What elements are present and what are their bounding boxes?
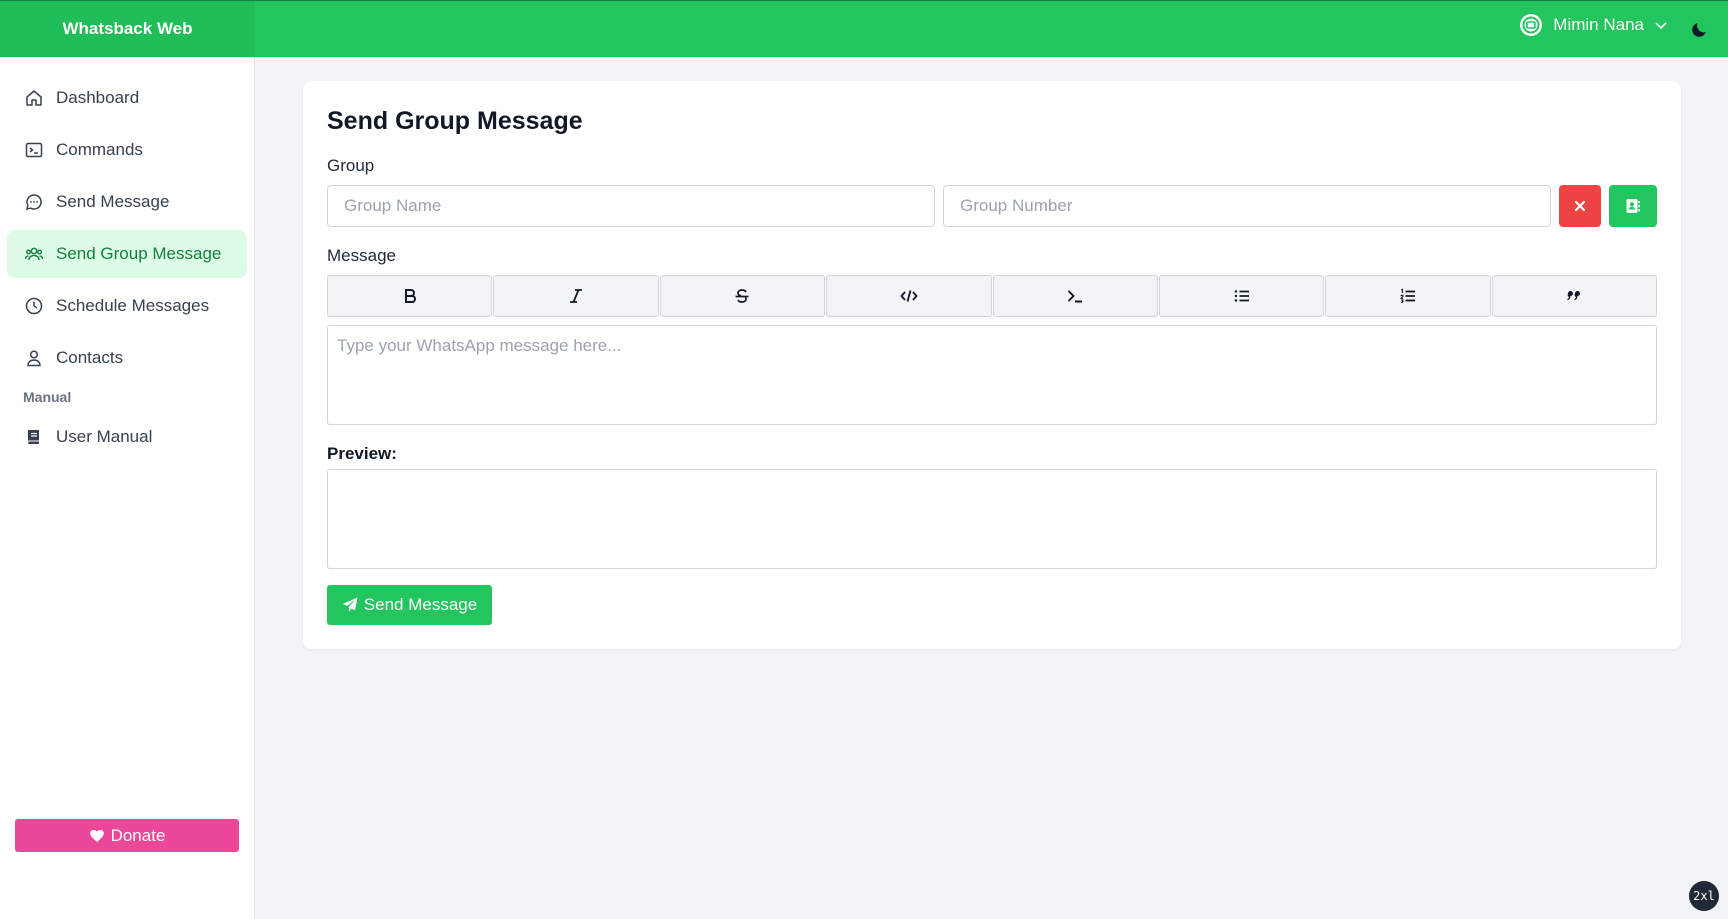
address-book-icon — [1626, 199, 1640, 213]
sidebar-item-user-manual[interactable]: User Manual — [7, 413, 247, 461]
send-message-button[interactable]: Send Message — [327, 585, 492, 625]
italic-icon — [570, 289, 583, 303]
home-icon — [26, 90, 42, 106]
clear-button[interactable] — [1559, 185, 1601, 227]
sidebar-item-label: Dashboard — [56, 88, 140, 107]
numbered-list-icon — [1400, 288, 1415, 303]
contact-book-button[interactable] — [1609, 185, 1657, 227]
paper-plane-icon — [342, 597, 358, 612]
code-button[interactable] — [826, 275, 992, 317]
sidebar-item-label: Commands — [56, 140, 143, 159]
clock-icon — [25, 297, 43, 315]
sidebar-item-commands[interactable]: Commands — [7, 126, 247, 174]
quote-icon — [1567, 291, 1581, 301]
italic-button[interactable] — [493, 275, 659, 317]
bullet-list-button[interactable] — [1158, 275, 1325, 317]
quote-button[interactable] — [1491, 275, 1657, 317]
chat-icon — [26, 194, 42, 210]
sidebar-item-label: Contacts — [56, 348, 124, 367]
user-name: Mimin Nana — [1553, 15, 1644, 34]
close-icon — [1574, 200, 1586, 212]
moon-icon[interactable] — [1690, 19, 1710, 39]
strikethrough-button[interactable] — [659, 275, 826, 317]
donate-label: Donate — [110, 825, 166, 845]
sidebar-item-label: User Manual — [56, 427, 153, 446]
bullet-list-icon — [1234, 290, 1249, 302]
page-title: Send Group Message — [327, 107, 583, 135]
sidebar-item-send-group-message[interactable]: Send Group Message — [7, 230, 247, 278]
sidebar-item-label: Schedule Messages — [56, 296, 210, 315]
sidebar: Dashboard Commands Send Message Send Gro… — [0, 57, 255, 919]
sidebar-item-dashboard[interactable]: Dashboard — [7, 74, 247, 122]
avatar-icon — [1520, 14, 1543, 36]
users-icon — [24, 247, 44, 261]
preview-box — [327, 469, 1657, 569]
breakpoint-badge: 2xl — [1689, 881, 1719, 911]
top-bar: Whatsback Web Mimin Nana — [0, 0, 1728, 57]
group-number-input[interactable] — [943, 185, 1551, 227]
bold-icon — [404, 289, 416, 303]
message-label: Message — [327, 246, 396, 265]
chevron-down-icon — [1655, 22, 1667, 30]
monospace-button[interactable] — [992, 275, 1158, 317]
user-menu[interactable]: Mimin Nana — [1519, 13, 1668, 37]
terminal-icon — [25, 142, 43, 158]
book-icon — [27, 430, 39, 444]
sidebar-item-send-message[interactable]: Send Message — [7, 178, 247, 226]
brand-title: Whatsback Web — [0, 1, 255, 57]
format-toolbar — [327, 275, 1657, 317]
strikethrough-icon — [735, 289, 749, 303]
sidebar-item-label: Send Group Message — [56, 244, 222, 263]
send-group-message-card: Send Group Message Group Message — [303, 81, 1681, 649]
group-label: Group — [327, 156, 375, 175]
sidebar-item-schedule-messages[interactable]: Schedule Messages — [7, 282, 247, 330]
numbered-list-button[interactable] — [1325, 275, 1491, 317]
send-message-label: Send Message — [363, 595, 478, 614]
terminal-prompt-icon — [1068, 290, 1083, 303]
group-name-input[interactable] — [327, 185, 935, 227]
heart-icon — [89, 829, 104, 842]
code-icon — [900, 290, 918, 302]
donate-button[interactable]: Donate — [15, 819, 239, 852]
message-textarea[interactable] — [327, 325, 1657, 425]
user-icon — [27, 350, 41, 367]
sidebar-item-label: Send Message — [56, 192, 170, 211]
sidebar-item-contacts[interactable]: Contacts — [7, 334, 247, 382]
section-label-manual: Manual — [23, 389, 72, 405]
bold-button[interactable] — [327, 275, 493, 317]
preview-label: Preview: — [327, 444, 397, 463]
